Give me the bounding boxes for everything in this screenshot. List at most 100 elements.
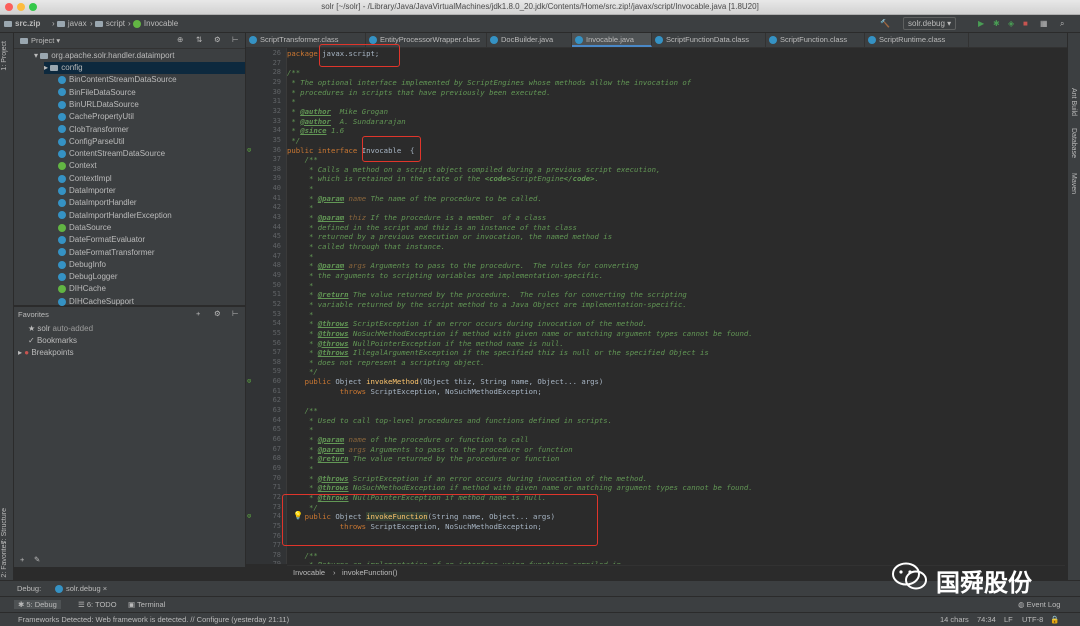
tree-class-item[interactable]: BinContentStreamDataSource (58, 74, 177, 86)
coverage-icon[interactable]: ◈ (1008, 19, 1014, 28)
status-caret-position[interactable]: 74:34 (977, 615, 996, 624)
nav-crumb-invocable[interactable]: › Invocable (128, 19, 178, 28)
code-line[interactable]: * called through that instance. (287, 242, 445, 251)
code-line[interactable]: public Object invokeMethod(Object thiz, … (287, 377, 604, 386)
code-line[interactable]: * @param args Arguments to pass to the p… (287, 445, 573, 454)
lock-icon[interactable]: 🔒 (1050, 615, 1059, 624)
code-line[interactable]: * The optional interface implemented by … (287, 78, 691, 87)
code-line[interactable]: * @throws NullPointerException if the me… (287, 339, 564, 348)
tree-package[interactable]: ▾ org.apache.solr.handler.dataimport (34, 50, 174, 62)
tree-class-item[interactable]: Context (58, 160, 97, 172)
code-line[interactable]: */ (287, 367, 318, 376)
project-view-select[interactable]: Project ▾ (20, 36, 60, 45)
editor-tab[interactable]: ScriptRuntime.class (865, 33, 969, 47)
code-line[interactable]: * (287, 252, 313, 261)
favorites-hide-icon[interactable]: ⊢ (232, 309, 239, 318)
locate-icon[interactable]: ⊕ (177, 35, 183, 44)
code-line[interactable]: * @throws ScriptException if an error oc… (287, 474, 647, 483)
hide-panel-icon[interactable]: ⊢ (232, 35, 239, 44)
tab-project-tool[interactable]: 1: Project (1, 41, 8, 71)
status-line-separator[interactable]: LF (1004, 615, 1013, 624)
tab-structure-tool[interactable]: 7: Structure (1, 508, 8, 544)
code-line[interactable]: * (287, 425, 313, 434)
code-line[interactable]: * Returns an implementation of an interf… (287, 560, 621, 564)
tab-maven[interactable]: Maven (1070, 173, 1077, 194)
tree-class-item[interactable]: BinFileDataSource (58, 87, 136, 99)
tree-class-item[interactable]: ConfigParseUtil (58, 136, 125, 148)
tree-class-item[interactable]: DebugInfo (58, 259, 106, 271)
tab-terminal[interactable]: ▣ Terminal (128, 600, 165, 609)
code-line[interactable]: * procedures in scripts that have previo… (287, 88, 550, 97)
code-editor[interactable]: package javax.script;/** * The optional … (287, 48, 1065, 564)
code-line[interactable]: * Calls a method on a script object comp… (287, 165, 660, 174)
code-line[interactable]: * @throws IllegalArgumentException if th… (287, 348, 709, 357)
tree-class-item[interactable]: ContextImpl (58, 173, 112, 185)
code-line[interactable]: * (287, 97, 295, 106)
tree-class-item[interactable]: BinURLDataSource (58, 99, 139, 111)
tab-ant-build[interactable]: Ant Build (1070, 88, 1077, 116)
code-line[interactable]: * (287, 184, 313, 193)
project-structure-icon[interactable]: ▦ (1040, 19, 1048, 28)
code-line[interactable]: * @param thiz If the procedure is a memb… (287, 213, 546, 222)
code-line[interactable]: * variable returned by the script method… (287, 300, 687, 309)
nav-crumb-script[interactable]: › script (90, 19, 125, 28)
tab-debug[interactable]: ✱ 5: Debug (14, 600, 61, 609)
favorites-item-solr[interactable]: ★ solr auto-added (28, 323, 93, 335)
stop-icon[interactable]: ■ (1023, 19, 1028, 28)
code-line[interactable]: * the arguments to scripting variables a… (287, 271, 603, 280)
code-line[interactable]: * @param args Arguments to pass to the p… (287, 261, 639, 270)
code-line[interactable]: * @return The value returned by the proc… (287, 454, 559, 463)
debug-icon[interactable]: ✱ (993, 19, 1000, 28)
code-line[interactable]: /** (287, 551, 318, 560)
settings-gear-icon[interactable]: ⚙ (214, 35, 221, 44)
search-everywhere-icon[interactable]: ⌕ (1060, 19, 1064, 29)
editor-crumb-class[interactable]: Invocable (293, 568, 325, 577)
code-line[interactable]: * @param name of the procedure or functi… (287, 435, 529, 444)
code-line[interactable]: * does not represent a scripting object. (287, 358, 485, 367)
implemented-icon[interactable]: ⊙ (247, 146, 255, 154)
implemented-icon[interactable]: ⊙ (247, 377, 255, 385)
code-line[interactable]: * @author Mike Grogan (287, 107, 388, 116)
code-line[interactable]: * @throws ScriptException if an error oc… (287, 319, 647, 328)
tree-class-item[interactable]: DIHCache (58, 283, 106, 295)
nav-crumb-javax[interactable]: › javax (52, 19, 87, 28)
tree-folder-config[interactable]: ▸ config (44, 62, 245, 74)
run-icon[interactable]: ▶ (978, 19, 984, 28)
code-line[interactable]: * (287, 203, 313, 212)
status-encoding[interactable]: UTF-8 (1022, 615, 1043, 624)
tree-class-item[interactable]: ContentStreamDataSource (58, 148, 165, 160)
debug-config-tab[interactable]: solr.debug × (55, 584, 107, 594)
event-log-button[interactable]: ◍ Event Log (1018, 600, 1060, 609)
status-message[interactable]: Frameworks Detected: Web framework is de… (18, 615, 289, 624)
favorites-add-bottom-icon[interactable]: + (20, 555, 24, 564)
tab-todo[interactable]: ☰ 6: TODO (78, 600, 117, 609)
code-line[interactable]: /** (287, 68, 300, 77)
code-line[interactable]: /** (287, 406, 318, 415)
build-hammer-icon[interactable]: 🔨 (880, 19, 890, 28)
tree-class-item[interactable]: ClobTransformer (58, 124, 129, 136)
code-line[interactable]: * defined in the script and thiz is an i… (287, 223, 577, 232)
code-line[interactable]: * Used to call top-level procedures and … (287, 416, 612, 425)
tab-database[interactable]: Database (1070, 128, 1077, 158)
tree-class-item[interactable]: DateFormatEvaluator (58, 234, 145, 246)
editor-tab[interactable]: ScriptFunctionData.class (652, 33, 766, 47)
editor-crumb-method[interactable]: invokeFunction() (342, 568, 397, 577)
tree-class-item[interactable]: DataImportHandlerException (58, 210, 172, 222)
code-line[interactable]: * which is retained in the state of the … (287, 174, 599, 183)
favorites-item-bookmarks[interactable]: ✓ Bookmarks (28, 335, 77, 347)
favorites-add-icon[interactable]: + (196, 309, 200, 318)
tab-favorites-tool[interactable]: 2: Favorites (1, 541, 8, 578)
editor-tab[interactable]: ScriptFunction.class (766, 33, 865, 47)
code-line[interactable]: * returned by a previous execution or in… (287, 232, 612, 241)
collapse-icon[interactable]: ⇅ (196, 35, 202, 44)
code-line[interactable]: * @return The value returned by the proc… (287, 290, 687, 299)
code-line[interactable]: * (287, 464, 313, 473)
favorites-item-breakpoints[interactable]: ▸ ● Breakpoints (18, 347, 74, 359)
code-line[interactable]: /** (287, 155, 318, 164)
code-line[interactable]: * @since 1.6 (287, 126, 344, 135)
code-line[interactable]: throws ScriptException, NoSuchMethodExce… (287, 387, 542, 396)
editor-tab[interactable]: DocBuilder.java (487, 33, 572, 47)
code-line[interactable]: * @throws NoSuchMethodException if metho… (287, 483, 753, 492)
tree-class-item[interactable]: CachePropertyUtil (58, 111, 134, 123)
tree-class-item[interactable]: DataImportHandler (58, 197, 137, 209)
